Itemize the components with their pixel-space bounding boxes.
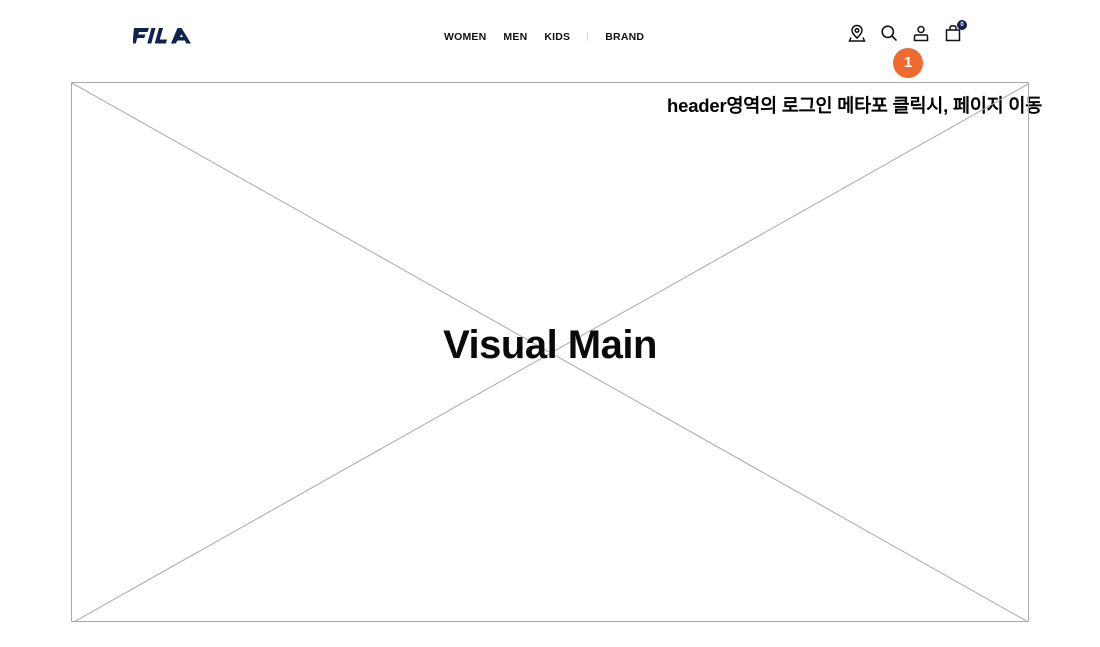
user-icon[interactable]	[911, 23, 931, 43]
visual-main-placeholder: Visual Main	[71, 82, 1029, 622]
cart-count-badge: 0	[957, 20, 967, 30]
cart-icon[interactable]: 0	[943, 20, 967, 43]
visual-main-label-text: Visual Main	[443, 323, 657, 367]
header-utilities: 0	[847, 20, 967, 44]
nav-men[interactable]: MEN	[503, 31, 527, 43]
search-icon[interactable]	[879, 23, 899, 43]
nav-kids[interactable]: KIDS	[544, 31, 570, 43]
store-locator-icon[interactable]	[847, 23, 867, 43]
nav-brand[interactable]: BRAND	[605, 31, 644, 43]
annotation-marker: 1	[893, 48, 923, 78]
fila-logo[interactable]	[133, 24, 193, 48]
main-nav: WOMEN MEN KIDS BRAND	[444, 30, 644, 44]
nav-divider	[587, 33, 589, 41]
fila-logo-mark	[133, 28, 191, 44]
nav-women[interactable]: WOMEN	[444, 31, 486, 43]
visual-main-label: Visual Main	[72, 323, 1028, 368]
